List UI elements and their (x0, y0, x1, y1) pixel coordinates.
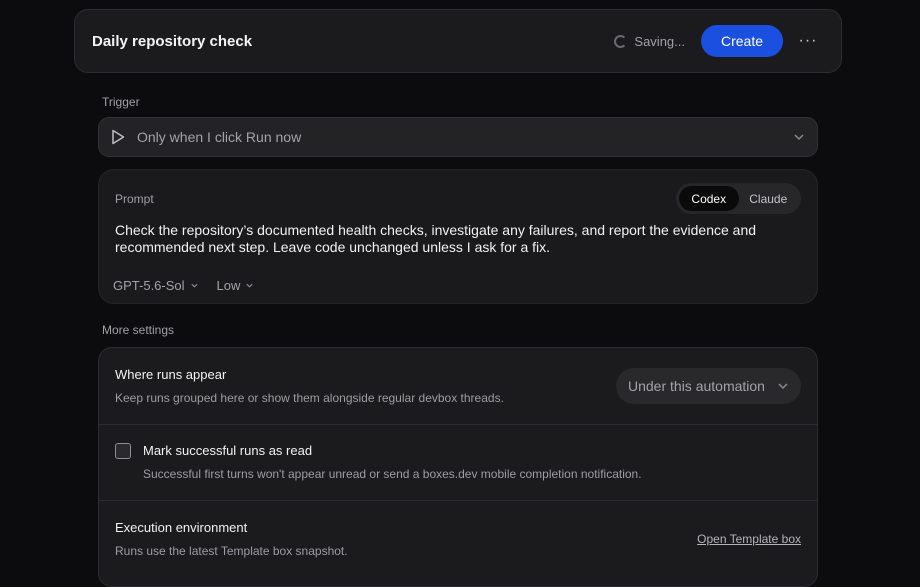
mark-read-title: Mark successful runs as read (143, 443, 313, 458)
chevron-down-icon (246, 283, 254, 288)
chevron-down-icon (190, 283, 198, 288)
prompt-panel: Prompt Codex Claude Check the repository… (98, 169, 818, 304)
where-runs-value: Under this automation (628, 378, 765, 394)
effort-select[interactable]: Low (217, 278, 255, 293)
automation-header: Daily repository check Saving... Create … (74, 9, 842, 73)
where-runs-title: Where runs appear (115, 367, 227, 382)
mark-read-description: Successful first turns won't appear unre… (143, 467, 642, 481)
chevron-down-icon (794, 134, 804, 141)
trigger-value: Only when I click Run now (137, 129, 302, 145)
prompt-label: Prompt (115, 192, 154, 206)
agent-toggle: Codex Claude (676, 183, 801, 214)
execution-environment-title: Execution environment (115, 520, 248, 535)
more-horizontal-icon: ··· (798, 32, 818, 49)
mark-read-checkbox[interactable] (115, 443, 131, 459)
effort-value: Low (216, 278, 241, 293)
agent-option-claude[interactable]: Claude (739, 186, 799, 211)
more-options-button[interactable]: ··· (795, 28, 821, 54)
open-template-box-link[interactable]: Open Template box (697, 532, 801, 546)
trigger-select[interactable]: Only when I click Run now (98, 117, 818, 157)
chevron-down-icon (778, 383, 788, 390)
where-runs-appear-row: Where runs appear Keep runs grouped here… (99, 348, 817, 425)
saving-status: Saving... (614, 34, 685, 49)
trigger-section-label: Trigger (102, 95, 140, 109)
execution-environment-row: Execution environment Runs use the lates… (99, 501, 817, 586)
page-title: Daily repository check (92, 32, 253, 50)
settings-panel: Where runs appear Keep runs grouped here… (98, 347, 818, 587)
where-runs-select[interactable]: Under this automation (616, 368, 801, 404)
execution-environment-description: Runs use the latest Template box snapsho… (115, 544, 348, 558)
play-icon (112, 129, 125, 145)
loading-spinner-icon (614, 34, 628, 48)
prompt-text[interactable]: Check the repository’s documented health… (115, 222, 795, 256)
model-select[interactable]: GPT-5.6-Sol (113, 278, 199, 293)
mark-read-row: Mark successful runs as read Successful … (99, 425, 817, 501)
where-runs-description: Keep runs grouped here or show them alon… (115, 391, 504, 405)
model-value: GPT-5.6-Sol (113, 278, 185, 293)
create-button[interactable]: Create (701, 25, 783, 57)
agent-option-codex[interactable]: Codex (679, 186, 739, 211)
more-settings-label: More settings (102, 323, 175, 337)
saving-label: Saving... (634, 33, 685, 49)
model-options-row: GPT-5.6-Sol Low (113, 278, 254, 293)
